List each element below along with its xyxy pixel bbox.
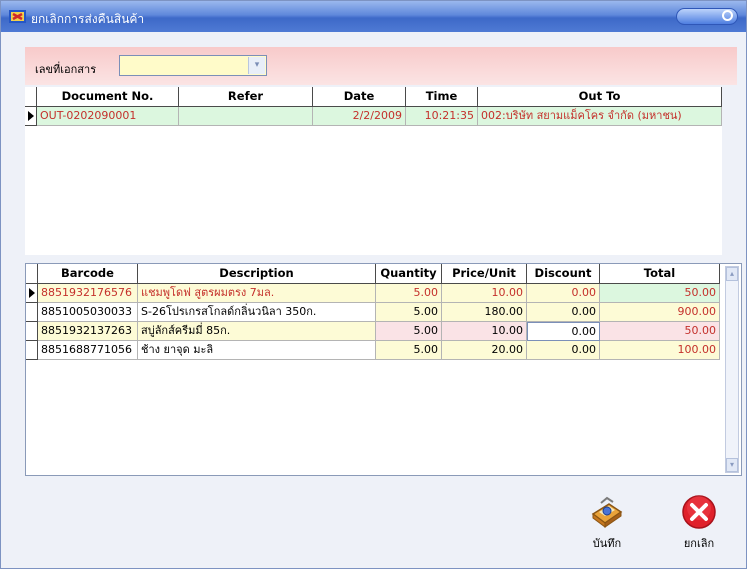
documents-indicator-header [25, 87, 37, 107]
current-row-arrow-icon [29, 288, 35, 298]
cancel-icon [682, 495, 716, 529]
cell-description[interactable]: แชมพูโดฟ สูตรผมตรง 7มล. [138, 284, 376, 303]
scroll-up-icon[interactable]: ▴ [726, 267, 738, 281]
cell-discount[interactable]: 0.00 [527, 284, 600, 303]
column-header-discount[interactable]: Discount [527, 264, 600, 284]
documents-grid: Document No. Refer Date Time Out To OUT-… [25, 87, 722, 255]
column-header-date[interactable]: Date [313, 87, 406, 107]
items-vertical-scrollbar[interactable]: ▴ ▾ [725, 266, 739, 473]
cell-barcode[interactable]: 8851005030033 [38, 303, 138, 322]
column-header-barcode[interactable]: Barcode [38, 264, 138, 284]
cell-description[interactable]: S-26โปรเกรสโกลด์กลิ่นวนิลา 350ก. [138, 303, 376, 322]
column-header-refer[interactable]: Refer [179, 87, 313, 107]
column-header-quantity[interactable]: Quantity [376, 264, 442, 284]
title-bar[interactable]: ยกเลิกการส่งคืนสินค้า [1, 1, 746, 32]
cell-barcode[interactable]: 8851932176576 [38, 284, 138, 303]
cell-total[interactable]: 50.00 [600, 322, 720, 341]
cell-date[interactable]: 2/2/2009 [313, 107, 406, 126]
cancel-label: ยกเลิก [683, 537, 715, 550]
cell-barcode[interactable]: 8851932137263 [38, 322, 138, 341]
cell-discount[interactable]: 0.00 [527, 322, 600, 341]
cell-discount[interactable]: 0.00 [527, 341, 600, 360]
cancel-button[interactable]: ยกเลิก [669, 492, 729, 552]
items-grid: Barcode Description Quantity Price/Unit … [25, 263, 742, 476]
cell-out-to[interactable]: 002:บริษัท สยามแม็คโคร จำกัด (มหาชน) [478, 107, 722, 126]
row-indicator [26, 341, 38, 360]
column-header-out-to[interactable]: Out To [478, 87, 722, 107]
row-indicator [26, 303, 38, 322]
column-header-document-no[interactable]: Document No. [37, 87, 179, 107]
cell-price-unit[interactable]: 10.00 [442, 284, 527, 303]
save-button[interactable]: บันทึก [577, 492, 637, 552]
filter-panel: เลขที่เอกสาร ▾ [25, 47, 737, 85]
cell-total[interactable]: 100.00 [600, 341, 720, 360]
cell-discount[interactable]: 0.00 [527, 303, 600, 322]
chevron-down-icon[interactable]: ▾ [248, 57, 265, 74]
cell-document-no[interactable]: OUT-0202090001 [37, 107, 179, 126]
cell-quantity[interactable]: 5.00 [376, 284, 442, 303]
document-number-combo[interactable]: ▾ [119, 55, 267, 76]
cell-time[interactable]: 10:21:35 [406, 107, 478, 126]
items-indicator-header [26, 264, 38, 284]
cell-price-unit[interactable]: 10.00 [442, 322, 527, 341]
cell-quantity[interactable]: 5.00 [376, 303, 442, 322]
cell-price-unit[interactable]: 20.00 [442, 341, 527, 360]
column-header-price-unit[interactable]: Price/Unit [442, 264, 527, 284]
column-header-time[interactable]: Time [406, 87, 478, 107]
cell-description[interactable]: สบู่ลักส์ครีมมี่ 85ก. [138, 322, 376, 341]
cell-quantity[interactable]: 5.00 [376, 341, 442, 360]
app-icon [9, 10, 26, 23]
row-indicator [25, 107, 37, 126]
document-number-label: เลขที่เอกสาร [35, 63, 97, 76]
save-icon [591, 496, 623, 528]
cell-price-unit[interactable]: 180.00 [442, 303, 527, 322]
cell-quantity[interactable]: 5.00 [376, 322, 442, 341]
cell-total[interactable]: 50.00 [600, 284, 720, 303]
cell-total[interactable]: 900.00 [600, 303, 720, 322]
cell-barcode[interactable]: 8851688771056 [38, 341, 138, 360]
column-header-description[interactable]: Description [138, 264, 376, 284]
window-title: ยกเลิกการส่งคืนสินค้า [31, 12, 145, 26]
cell-refer[interactable] [179, 107, 313, 126]
window-control-button[interactable] [676, 8, 738, 25]
column-header-total[interactable]: Total [600, 264, 720, 284]
row-indicator [26, 322, 38, 341]
window-control-icon [722, 10, 733, 21]
save-label: บันทึก [592, 537, 622, 550]
row-indicator [26, 284, 38, 303]
current-row-arrow-icon [28, 111, 34, 121]
app-window: ยกเลิกการส่งคืนสินค้า เลขที่เอกสาร ▾ Doc… [0, 0, 747, 569]
scroll-down-icon[interactable]: ▾ [726, 458, 738, 472]
cell-description[interactable]: ช้าง ยาจุด มะลิ [138, 341, 376, 360]
